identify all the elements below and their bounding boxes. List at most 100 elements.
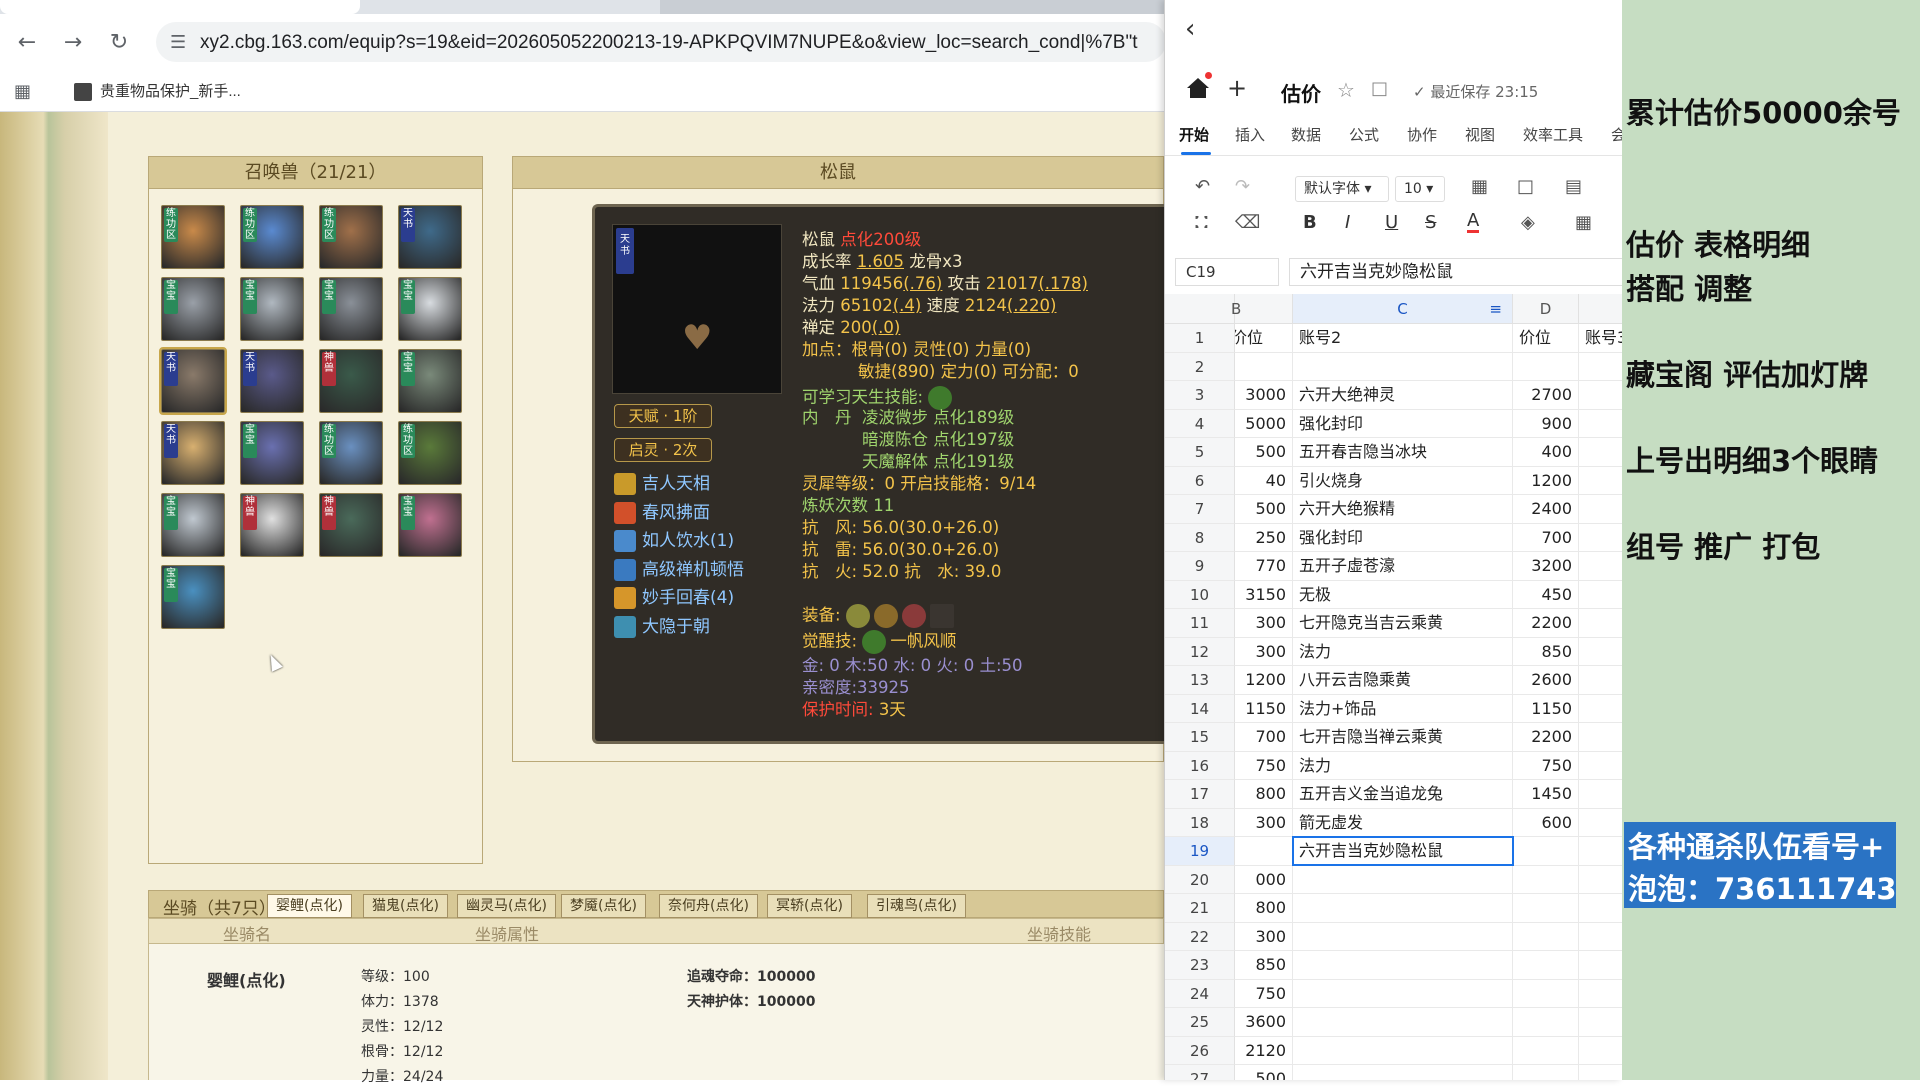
cell-b[interactable]: 250 <box>1235 523 1293 552</box>
cell-c[interactable] <box>1293 922 1513 951</box>
cell-e[interactable] <box>1579 495 1623 524</box>
row-header[interactable]: 8 <box>1165 523 1235 552</box>
summon-avatar[interactable]: 宝宝 <box>398 349 462 413</box>
cell-e[interactable] <box>1579 666 1623 695</box>
cell-d[interactable] <box>1513 1065 1579 1080</box>
cell-e[interactable] <box>1579 894 1623 923</box>
pet-skill[interactable]: 春风拂面 <box>614 501 710 525</box>
equip-slot-2-icon[interactable] <box>873 604 898 628</box>
cell-b[interactable]: 价位 <box>1235 324 1293 353</box>
cell-e[interactable] <box>1579 951 1623 980</box>
cell-b[interactable]: 3150 <box>1235 580 1293 609</box>
mount-tab[interactable]: 梦魇(点化) <box>561 894 646 918</box>
filter-icon[interactable]: ≡ <box>1489 294 1502 324</box>
cell-d[interactable]: 2200 <box>1513 609 1579 638</box>
cell-c[interactable]: 箭无虚发 <box>1293 808 1513 837</box>
summon-avatar[interactable]: 练功区 <box>161 205 225 269</box>
browser-tab[interactable] <box>660 0 1164 14</box>
pet-skill[interactable]: 如人饮水(1) <box>614 529 734 553</box>
cell-d[interactable]: 1200 <box>1513 466 1579 495</box>
tab-view[interactable]: 视图 <box>1465 124 1495 145</box>
summon-avatar[interactable]: 练功区 <box>319 421 383 485</box>
cell-e[interactable] <box>1579 1008 1623 1037</box>
cell-b[interactable]: 5000 <box>1235 409 1293 438</box>
cell-b[interactable]: 750 <box>1235 751 1293 780</box>
row-header[interactable]: 18 <box>1165 808 1235 837</box>
cell-b[interactable]: 500 <box>1235 438 1293 467</box>
cell-c[interactable] <box>1293 865 1513 894</box>
italic-icon[interactable]: I <box>1345 212 1350 234</box>
format-painter-icon[interactable]: ⛚ <box>1195 212 1208 234</box>
cell-e[interactable] <box>1579 580 1623 609</box>
cell-d[interactable]: 700 <box>1513 523 1579 552</box>
cell-c[interactable]: 强化封印 <box>1293 523 1513 552</box>
cell-b[interactable]: 3600 <box>1235 1008 1293 1037</box>
summon-avatar[interactable]: 天书 <box>398 205 462 269</box>
tab-efficiency[interactable]: 效率工具 <box>1523 124 1583 145</box>
cell-e[interactable] <box>1579 409 1623 438</box>
table-style-icon[interactable]: ▤ <box>1565 176 1582 198</box>
cell-b[interactable]: 800 <box>1235 894 1293 923</box>
cell-c[interactable] <box>1293 1065 1513 1080</box>
col-header-c[interactable]: C ≡ <box>1293 294 1513 324</box>
cell-b[interactable]: 300 <box>1235 609 1293 638</box>
tab-collab[interactable]: 协作 <box>1407 124 1437 145</box>
cell-e[interactable] <box>1579 979 1623 1008</box>
awaken-skill-icon[interactable] <box>862 630 887 654</box>
cell-c[interactable]: 五开吉义金当追龙兔 <box>1293 780 1513 809</box>
equip-slot-3-icon[interactable] <box>901 604 926 628</box>
cell-e[interactable] <box>1579 808 1623 837</box>
conditional-format-icon[interactable]: ▦ <box>1575 212 1592 234</box>
summon-avatar[interactable]: 练功区 <box>240 205 304 269</box>
border-icon[interactable]: ▦ <box>1471 176 1488 198</box>
formula-bar[interactable]: 六开吉当克妙隐松鼠 <box>1289 258 1623 286</box>
row-header[interactable]: 3 <box>1165 381 1235 410</box>
summon-avatar[interactable]: 宝宝 <box>161 493 225 557</box>
cell-c[interactable]: 账号2 <box>1293 324 1513 353</box>
cell-d[interactable]: 2200 <box>1513 723 1579 752</box>
cell-c[interactable] <box>1293 979 1513 1008</box>
cell-e[interactable] <box>1579 865 1623 894</box>
cell-b[interactable] <box>1235 837 1293 866</box>
summon-avatar[interactable]: 宝宝 <box>398 277 462 341</box>
cell-e[interactable] <box>1579 723 1623 752</box>
cell-b[interactable]: 300 <box>1235 922 1293 951</box>
row-header[interactable]: 2 <box>1165 352 1235 381</box>
cell-b[interactable]: 770 <box>1235 552 1293 581</box>
cell-c[interactable] <box>1293 352 1513 381</box>
cell-b[interactable]: 750 <box>1235 979 1293 1008</box>
cell-c[interactable] <box>1293 951 1513 980</box>
tab-data[interactable]: 数据 <box>1291 124 1321 145</box>
merge-icon[interactable]: □ <box>1517 176 1534 198</box>
font-family-select[interactable]: 默认字体 ▾ <box>1295 176 1389 202</box>
cell-d[interactable] <box>1513 1008 1579 1037</box>
underline-icon[interactable]: U <box>1385 212 1398 234</box>
row-header[interactable]: 15 <box>1165 723 1235 752</box>
tab-start[interactable]: 开始 <box>1179 124 1209 145</box>
row-header[interactable]: 9 <box>1165 552 1235 581</box>
cell-e[interactable] <box>1579 837 1623 866</box>
cell-e[interactable] <box>1579 751 1623 780</box>
apps-grid-icon[interactable]: ▦ <box>14 81 31 102</box>
cell-c[interactable]: 法力+饰品 <box>1293 694 1513 723</box>
tab-insert[interactable]: 插入 <box>1235 124 1265 145</box>
site-info-icon[interactable]: ☰ <box>170 32 186 53</box>
mount-tab[interactable]: 婴鲤(点化) <box>267 894 352 918</box>
cell-name-box[interactable]: C19 <box>1175 258 1279 286</box>
cell-e[interactable] <box>1579 552 1623 581</box>
row-header[interactable]: 26 <box>1165 1036 1235 1065</box>
cell-e[interactable] <box>1579 438 1623 467</box>
cell-e[interactable] <box>1579 466 1623 495</box>
row-header[interactable]: 16 <box>1165 751 1235 780</box>
clear-format-icon[interactable]: ⌫ <box>1235 212 1260 234</box>
browser-tab-active[interactable] <box>0 0 360 14</box>
summon-avatar[interactable]: 天书 <box>161 421 225 485</box>
cell-b[interactable]: 300 <box>1235 808 1293 837</box>
cell-c[interactable]: 五开春吉隐当冰块 <box>1293 438 1513 467</box>
row-header[interactable]: 10 <box>1165 580 1235 609</box>
row-header[interactable]: 23 <box>1165 951 1235 980</box>
summon-avatar[interactable]: 宝宝 <box>240 277 304 341</box>
new-plus-icon[interactable]: + <box>1227 74 1247 102</box>
cell-d[interactable] <box>1513 352 1579 381</box>
cell-e[interactable] <box>1579 381 1623 410</box>
